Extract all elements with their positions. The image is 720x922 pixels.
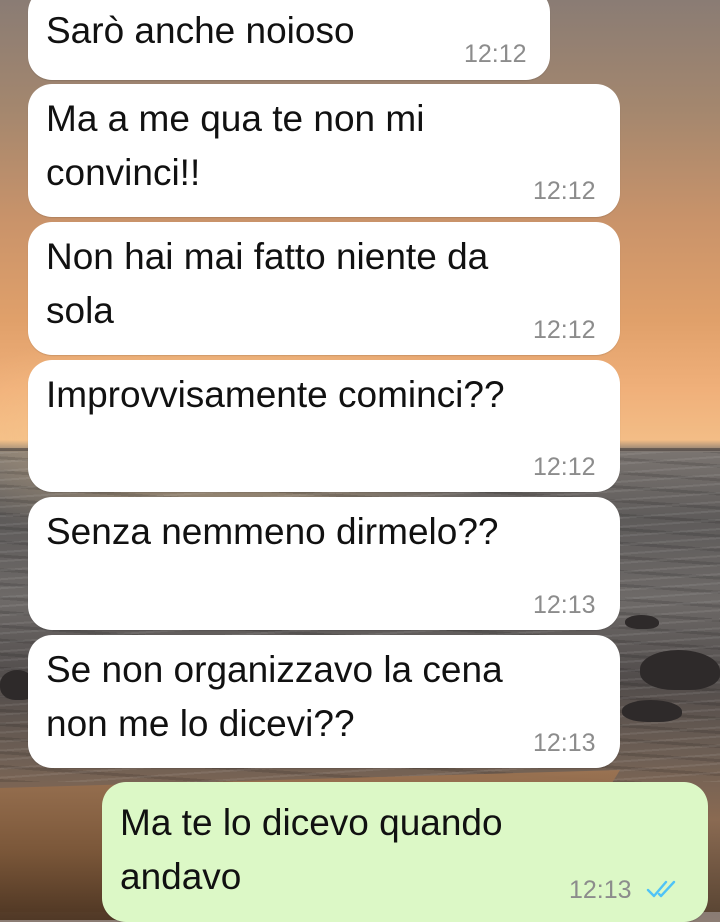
message-bubble-outgoing[interactable]: Ma te lo dicevo quando andavo 12:13 xyxy=(102,782,708,922)
message-bubble-incoming[interactable]: Improvvisamente cominci?? 12:12 xyxy=(28,360,620,492)
message-list[interactable]: Sarò anche noioso 12:12 Ma a me qua te n… xyxy=(0,0,720,922)
message-timestamp: 12:12 xyxy=(533,177,596,205)
message-bubble-incoming[interactable]: Non hai mai fatto niente da sola 12:12 xyxy=(28,222,620,355)
message-timestamp: 12:13 xyxy=(533,591,596,619)
double-check-read-icon xyxy=(646,880,676,898)
message-text: Senza nemmeno dirmelo?? xyxy=(46,511,499,552)
message-text: Non hai mai fatto niente da sola xyxy=(46,236,489,331)
message-bubble-incoming[interactable]: Sarò anche noioso 12:12 xyxy=(28,0,550,80)
message-bubble-incoming[interactable]: Ma a me qua te non mi convinci!! 12:12 xyxy=(28,84,620,217)
message-text: Sarò anche noioso xyxy=(46,10,355,51)
message-text: Ma te lo dicevo quando andavo xyxy=(120,802,503,897)
message-timestamp: 12:13 xyxy=(533,729,596,757)
message-text: Improvvisamente cominci?? xyxy=(46,374,505,415)
message-timestamp: 12:13 xyxy=(569,876,632,904)
message-timestamp: 12:12 xyxy=(533,453,596,481)
message-bubble-incoming[interactable]: Se non organizzavo la cena non me lo dic… xyxy=(28,635,620,768)
message-timestamp: 12:12 xyxy=(464,40,527,68)
message-timestamp: 12:12 xyxy=(533,316,596,344)
message-bubble-incoming[interactable]: Senza nemmeno dirmelo?? 12:13 xyxy=(28,497,620,630)
message-text: Ma a me qua te non mi convinci!! xyxy=(46,98,425,193)
message-text: Se non organizzavo la cena non me lo dic… xyxy=(46,649,503,744)
